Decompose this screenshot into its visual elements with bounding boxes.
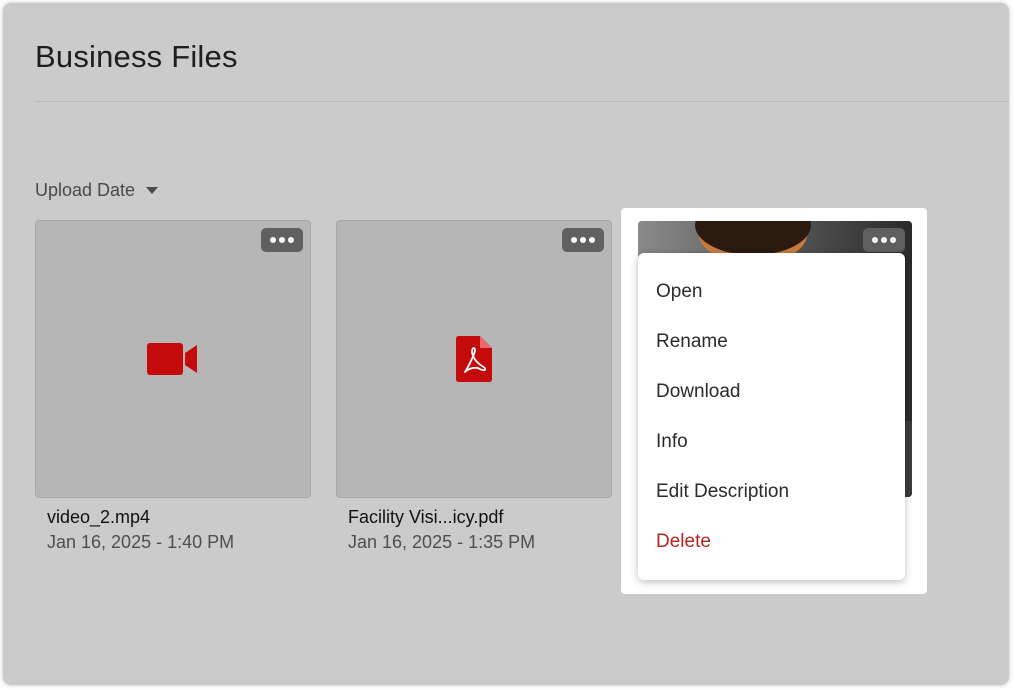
menu-item-delete[interactable]: Delete <box>656 531 711 553</box>
page-title: Business Files <box>35 39 238 74</box>
file-context-menu: Open Rename Download Info Edit Descripti… <box>638 253 905 580</box>
title-divider <box>35 101 1009 102</box>
more-options-button[interactable] <box>863 228 905 252</box>
sort-dropdown[interactable]: Upload Date <box>35 180 159 201</box>
menu-item-open[interactable]: Open <box>656 281 702 303</box>
business-files-window: Business Files Upload Date video_2.mp4 J… <box>3 3 1009 685</box>
file-name: Facility Visi...icy.pdf <box>348 507 504 527</box>
menu-item-rename[interactable]: Rename <box>656 331 728 353</box>
dot-icon <box>881 237 887 243</box>
sort-label: Upload Date <box>35 180 136 200</box>
dot-icon <box>580 237 586 243</box>
file-card-video[interactable]: video_2.mp4 Jan 16, 2025 - 1:40 PM <box>35 220 311 553</box>
dot-icon <box>270 237 276 243</box>
file-thumbnail[interactable] <box>336 220 612 498</box>
dot-icon <box>890 237 896 243</box>
menu-item-edit-description[interactable]: Edit Description <box>656 481 789 503</box>
dot-icon <box>288 237 294 243</box>
file-thumbnail[interactable] <box>35 220 311 498</box>
dot-icon <box>279 237 285 243</box>
caret-down-icon <box>146 187 159 194</box>
file-name: video_2.mp4 <box>47 507 151 527</box>
dot-icon <box>589 237 595 243</box>
file-card-pdf[interactable]: Facility Visi...icy.pdf Jan 16, 2025 - 1… <box>336 220 612 553</box>
video-camera-icon <box>147 343 197 375</box>
dot-icon <box>872 237 878 243</box>
pdf-file-icon <box>456 336 492 382</box>
menu-item-download[interactable]: Download <box>656 381 741 403</box>
file-date: Jan 16, 2025 - 1:35 PM <box>348 532 536 552</box>
more-options-button[interactable] <box>261 228 303 252</box>
file-date: Jan 16, 2025 - 1:40 PM <box>47 532 235 552</box>
more-options-button[interactable] <box>562 228 604 252</box>
dot-icon <box>571 237 577 243</box>
menu-item-info[interactable]: Info <box>656 431 688 453</box>
